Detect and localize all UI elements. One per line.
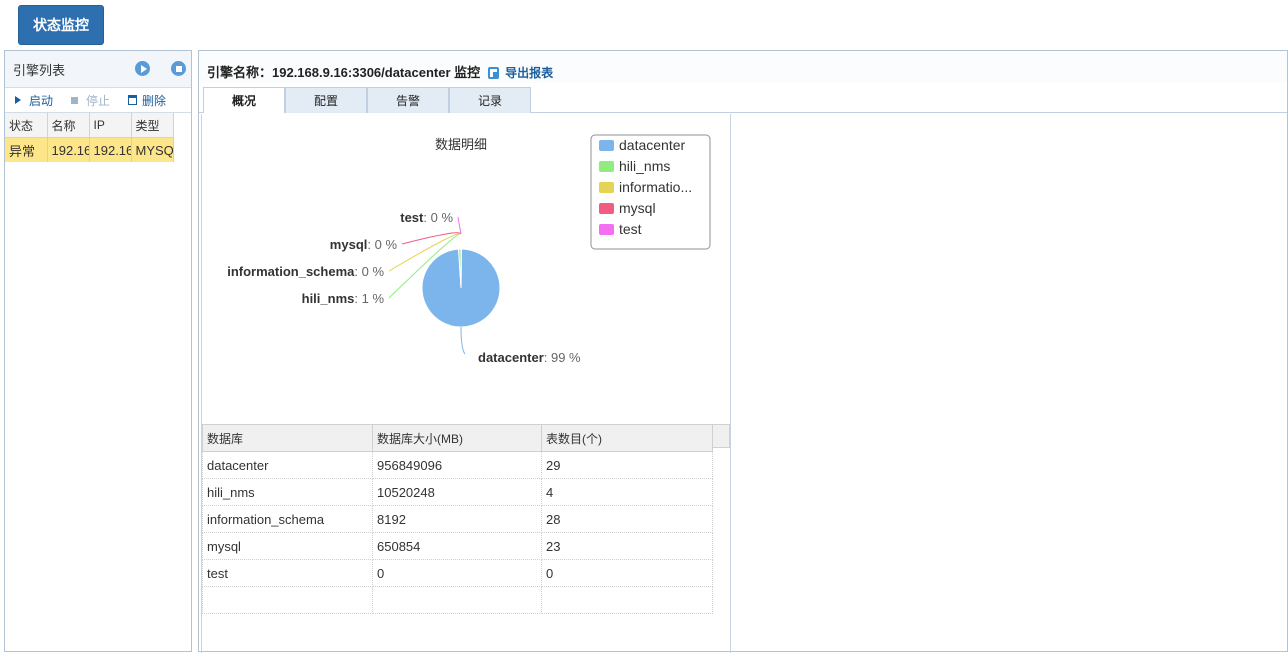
engine-list-header: 引擎列表: [5, 51, 191, 88]
cell-count: 28: [542, 506, 713, 533]
database-table: 数据库 数据库大小(MB) 表数目(个) datacenter956849096…: [202, 424, 713, 614]
cell-type: MYSQL: [131, 138, 173, 163]
monitor-panel: 引擎名称：192.168.9.16:3306/datacenter 监控 导出报…: [198, 50, 1288, 652]
cell-db: datacenter: [203, 452, 373, 479]
table-row[interactable]: test00: [203, 560, 713, 587]
table-row[interactable]: datacenter95684909629: [203, 452, 713, 479]
tab-record[interactable]: 记录: [449, 87, 531, 113]
legend-label-test[interactable]: test: [619, 221, 642, 237]
col-name[interactable]: 名称: [47, 113, 89, 138]
legend-swatch-datacenter[interactable]: [599, 140, 614, 151]
cell-count: 0: [542, 560, 713, 587]
table-row[interactable]: hili_nms105202484: [203, 479, 713, 506]
legend-label-information_schema[interactable]: informatio...: [619, 179, 692, 195]
cell-count: 4: [542, 479, 713, 506]
col-size[interactable]: 数据库大小(MB): [373, 425, 542, 452]
tab-alarm[interactable]: 告警: [367, 87, 449, 113]
cell-count: 23: [542, 533, 713, 560]
col-database[interactable]: 数据库: [203, 425, 373, 452]
data-label-hili_nms: hili_nms: 1 %: [302, 291, 385, 306]
cell-empty: [373, 587, 542, 614]
table-row[interactable]: information_schema819228: [203, 506, 713, 533]
legend-swatch-test[interactable]: [599, 224, 614, 235]
legend-label-hili_nms[interactable]: hili_nms: [619, 158, 670, 174]
engine-table: 状态 名称 IP 类型 异常 192.168.9.16 192.168.9.16…: [5, 113, 174, 162]
data-label-information_schema: information_schema: 0 %: [227, 264, 384, 279]
pie-chart: 数据明细 datacenter: 99 % hili_nms: 1 % informa…: [202, 114, 730, 414]
cell-size: 650854: [373, 533, 542, 560]
legend-label-mysql[interactable]: mysql: [619, 200, 656, 216]
table-header-filler: [712, 424, 730, 448]
cell-empty: [542, 587, 713, 614]
cell-size: 956849096: [373, 452, 542, 479]
col-ip[interactable]: IP: [89, 113, 131, 138]
data-label-mysql: mysql: 0 %: [330, 237, 398, 252]
tab-overview[interactable]: 概况: [203, 87, 285, 113]
cell-size: 10520248: [373, 479, 542, 506]
col-type[interactable]: 类型: [131, 113, 173, 138]
cell-count: 29: [542, 452, 713, 479]
cell-empty: [203, 587, 373, 614]
stop-square-icon: [71, 97, 78, 104]
start-icon: [15, 96, 21, 104]
delete-button[interactable]: 删除: [128, 92, 166, 109]
stop-label: 停止: [86, 92, 110, 109]
page-title: 引擎名称：192.168.9.16:3306/datacenter 监控: [207, 62, 480, 81]
cell-db: hili_nms: [203, 479, 373, 506]
col-status[interactable]: 状态: [5, 113, 47, 138]
start-label: 启动: [29, 92, 53, 109]
cell-size: 0: [373, 560, 542, 587]
trash-icon: [128, 95, 137, 105]
legend-label-datacenter[interactable]: datacenter: [619, 137, 685, 153]
cell-size: 8192: [373, 506, 542, 533]
cell-db: mysql: [203, 533, 373, 560]
connector-line: [402, 233, 461, 244]
engine-list-panel: 引擎列表 启动 停止 删除 状态 名称 IP 类型 异常: [4, 50, 192, 652]
legend-swatch-mysql[interactable]: [599, 203, 614, 214]
delete-label: 删除: [142, 92, 166, 109]
stop-icon[interactable]: [171, 61, 186, 76]
legend-swatch-information_schema[interactable]: [599, 182, 614, 193]
cell-name: 192.168.9.16: [47, 138, 89, 163]
status-monitor-button[interactable]: 状态监控: [18, 5, 104, 45]
col-table-count[interactable]: 表数目(个): [542, 425, 713, 452]
export-icon: [488, 67, 499, 79]
cell-ip: 192.168.9.16: [89, 138, 131, 163]
start-button[interactable]: 启动: [15, 92, 53, 109]
play-icon[interactable]: [135, 61, 150, 76]
connector-line: [461, 327, 465, 354]
cell-db: information_schema: [203, 506, 373, 533]
cell-status: 异常: [5, 138, 47, 163]
chart-title: 数据明细: [435, 137, 487, 152]
tab-bar: 概况 配置 告警 记录: [203, 87, 531, 113]
data-label-test: test: 0 %: [400, 210, 453, 225]
legend-swatch-hili_nms[interactable]: [599, 161, 614, 172]
engine-list-title: 引擎列表: [13, 60, 65, 79]
overview-content: 数据明细 datacenter: 99 % hili_nms: 1 % informa…: [201, 114, 731, 653]
export-label: 导出报表: [505, 64, 553, 81]
export-report-link[interactable]: 导出报表: [488, 64, 553, 81]
data-label-datacenter: datacenter: 99 %: [478, 350, 581, 365]
table-row-empty: [203, 587, 713, 614]
tab-config[interactable]: 配置: [285, 87, 367, 113]
table-row[interactable]: mysql65085423: [203, 533, 713, 560]
stop-button[interactable]: 停止: [71, 92, 110, 109]
database-table-wrap: 数据库 数据库大小(MB) 表数目(个) datacenter956849096…: [202, 424, 730, 614]
connector-line: [458, 217, 461, 234]
cell-db: test: [203, 560, 373, 587]
engine-toolbar: 启动 停止 删除: [5, 88, 191, 113]
table-row[interactable]: 异常 192.168.9.16 192.168.9.16 MYSQL: [5, 138, 173, 163]
monitor-header: 引擎名称：192.168.9.16:3306/datacenter 监控 导出报…: [199, 51, 1287, 83]
